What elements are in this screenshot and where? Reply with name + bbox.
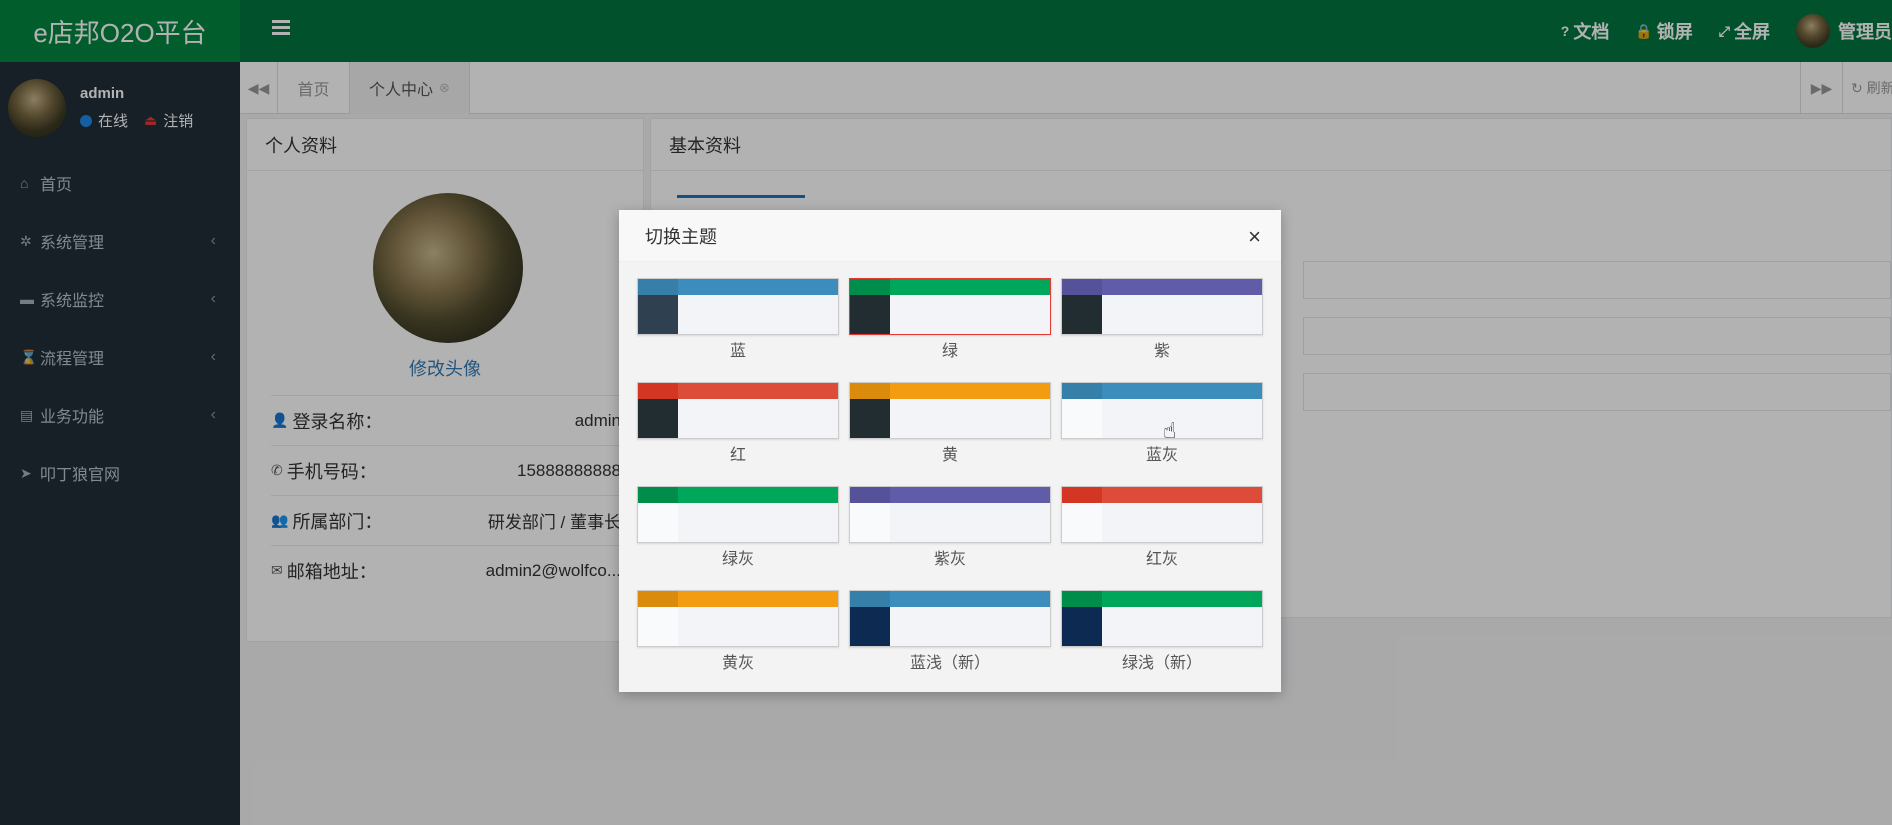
theme-preview-sidebar bbox=[638, 607, 678, 646]
theme-preview-main bbox=[678, 399, 838, 438]
theme-preview-main bbox=[678, 295, 838, 334]
theme-preview-sidebar bbox=[1062, 295, 1102, 334]
theme-label: 绿 bbox=[941, 343, 958, 360]
theme-preview-header bbox=[678, 383, 838, 399]
theme-preview-sidebar bbox=[850, 607, 890, 646]
theme-option[interactable]: 蓝 bbox=[637, 278, 839, 361]
theme-preview-logo bbox=[850, 591, 890, 607]
theme-option[interactable]: 紫灰 bbox=[849, 486, 1051, 569]
theme-preview-main bbox=[890, 399, 1050, 438]
theme-preview-header bbox=[678, 591, 838, 607]
theme-preview-sidebar bbox=[638, 503, 678, 542]
theme-option[interactable]: 红灰 bbox=[1061, 486, 1263, 569]
theme-preview-header bbox=[890, 591, 1050, 607]
theme-grid: 蓝 绿 紫红 黄 蓝灰绿灰 紫灰 红灰黄灰 蓝浅（新） 绿浅（新） bbox=[619, 262, 1281, 692]
theme-label: 蓝浅（新） bbox=[909, 655, 990, 672]
theme-label: 红灰 bbox=[1145, 551, 1178, 568]
theme-preview[interactable] bbox=[1061, 278, 1263, 335]
theme-preview-header bbox=[890, 487, 1050, 503]
theme-label: 紫灰 bbox=[933, 551, 966, 568]
theme-preview[interactable] bbox=[849, 486, 1051, 543]
theme-preview-logo bbox=[638, 591, 678, 607]
theme-preview[interactable] bbox=[637, 590, 839, 647]
theme-option[interactable]: 绿浅（新） bbox=[1061, 590, 1263, 673]
theme-label: 红 bbox=[729, 447, 746, 464]
theme-preview[interactable] bbox=[1061, 382, 1263, 439]
theme-preview[interactable] bbox=[849, 590, 1051, 647]
theme-preview-header bbox=[1102, 487, 1262, 503]
theme-preview-main bbox=[678, 607, 838, 646]
theme-preview-sidebar bbox=[1062, 399, 1102, 438]
theme-preview-logo bbox=[850, 383, 890, 399]
theme-preview-logo bbox=[1062, 487, 1102, 503]
theme-preview-sidebar bbox=[850, 399, 890, 438]
theme-option[interactable]: 黄灰 bbox=[637, 590, 839, 673]
theme-preview-main bbox=[678, 503, 838, 542]
theme-preview-sidebar bbox=[850, 503, 890, 542]
theme-preview[interactable] bbox=[1061, 486, 1263, 543]
theme-option[interactable]: 紫 bbox=[1061, 278, 1263, 361]
theme-preview-main bbox=[890, 503, 1050, 542]
modal-header: 切换主题 × bbox=[619, 210, 1281, 262]
theme-preview-header bbox=[890, 279, 1050, 295]
theme-preview[interactable] bbox=[637, 486, 839, 543]
theme-preview-sidebar bbox=[850, 295, 890, 334]
theme-preview-logo bbox=[638, 279, 678, 295]
theme-preview-logo bbox=[1062, 383, 1102, 399]
theme-preview-logo bbox=[850, 279, 890, 295]
theme-preview-main bbox=[1102, 399, 1262, 438]
theme-label: 蓝 bbox=[729, 343, 746, 360]
theme-preview-main bbox=[1102, 607, 1262, 646]
theme-preview-sidebar bbox=[638, 295, 678, 334]
theme-preview-sidebar bbox=[1062, 607, 1102, 646]
theme-option[interactable]: 黄 bbox=[849, 382, 1051, 465]
theme-preview-header bbox=[1102, 591, 1262, 607]
theme-preview-header bbox=[1102, 383, 1262, 399]
theme-label: 紫 bbox=[1153, 343, 1170, 360]
theme-label: 蓝灰 bbox=[1145, 447, 1178, 464]
theme-preview-main bbox=[890, 295, 1050, 334]
theme-preview-logo bbox=[638, 383, 678, 399]
theme-preview-logo bbox=[850, 487, 890, 503]
theme-preview-logo bbox=[638, 487, 678, 503]
theme-preview-logo bbox=[1062, 279, 1102, 295]
theme-label: 黄 bbox=[941, 447, 958, 464]
theme-preview-sidebar bbox=[638, 399, 678, 438]
modal-title: 切换主题 bbox=[645, 226, 717, 247]
theme-option[interactable]: 绿 bbox=[849, 278, 1051, 361]
theme-label: 绿灰 bbox=[721, 551, 754, 568]
theme-label: 黄灰 bbox=[721, 655, 754, 672]
theme-switch-modal: 切换主题 × 蓝 绿 紫红 黄 蓝灰绿灰 紫灰 红灰黄灰 蓝浅（新） 绿浅（新） bbox=[619, 210, 1281, 692]
theme-preview-header bbox=[678, 487, 838, 503]
theme-preview-header bbox=[890, 383, 1050, 399]
theme-preview-logo bbox=[1062, 591, 1102, 607]
theme-preview[interactable] bbox=[849, 382, 1051, 439]
theme-preview[interactable] bbox=[1061, 590, 1263, 647]
theme-option[interactable]: 红 bbox=[637, 382, 839, 465]
close-icon[interactable]: × bbox=[1248, 224, 1261, 250]
theme-preview[interactable] bbox=[637, 382, 839, 439]
hand-cursor-icon: ☝ bbox=[1163, 418, 1177, 443]
theme-preview-header bbox=[678, 279, 838, 295]
theme-option[interactable]: 蓝灰 bbox=[1061, 382, 1263, 465]
theme-preview-sidebar bbox=[1062, 503, 1102, 542]
theme-preview-main bbox=[1102, 295, 1262, 334]
theme-preview-main bbox=[890, 607, 1050, 646]
theme-option[interactable]: 绿灰 bbox=[637, 486, 839, 569]
theme-label: 绿浅（新） bbox=[1121, 655, 1202, 672]
theme-preview[interactable] bbox=[849, 278, 1051, 335]
theme-option[interactable]: 蓝浅（新） bbox=[849, 590, 1051, 673]
theme-preview-main bbox=[1102, 503, 1262, 542]
theme-preview[interactable] bbox=[637, 278, 839, 335]
theme-preview-header bbox=[1102, 279, 1262, 295]
